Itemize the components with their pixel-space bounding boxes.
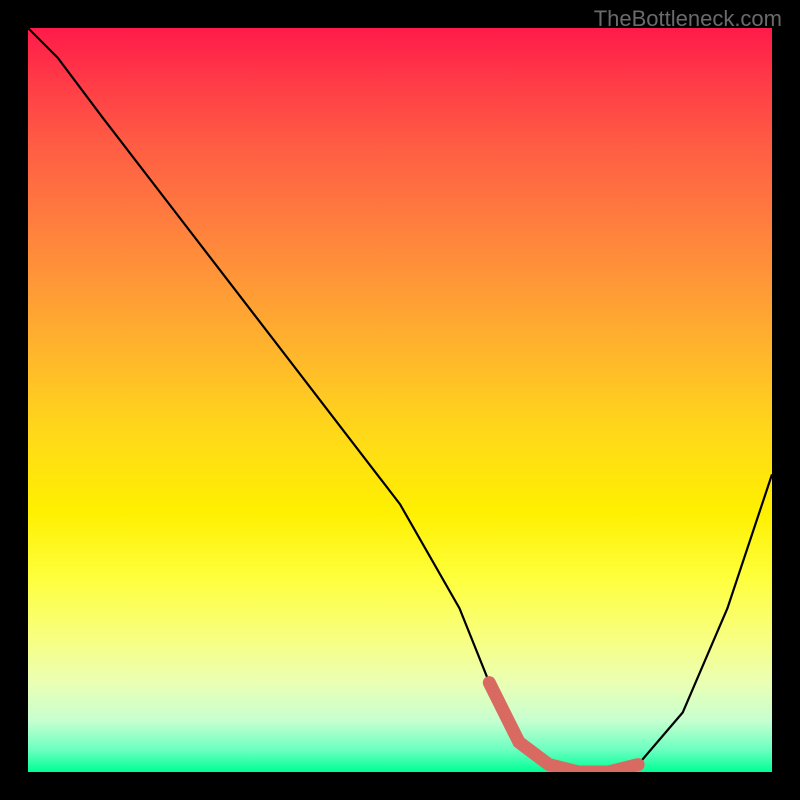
watermark-text: TheBottleneck.com — [594, 6, 782, 32]
plot-area — [28, 28, 772, 772]
main-curve — [28, 28, 772, 772]
chart-svg — [28, 28, 772, 772]
highlight-segment — [489, 683, 638, 772]
